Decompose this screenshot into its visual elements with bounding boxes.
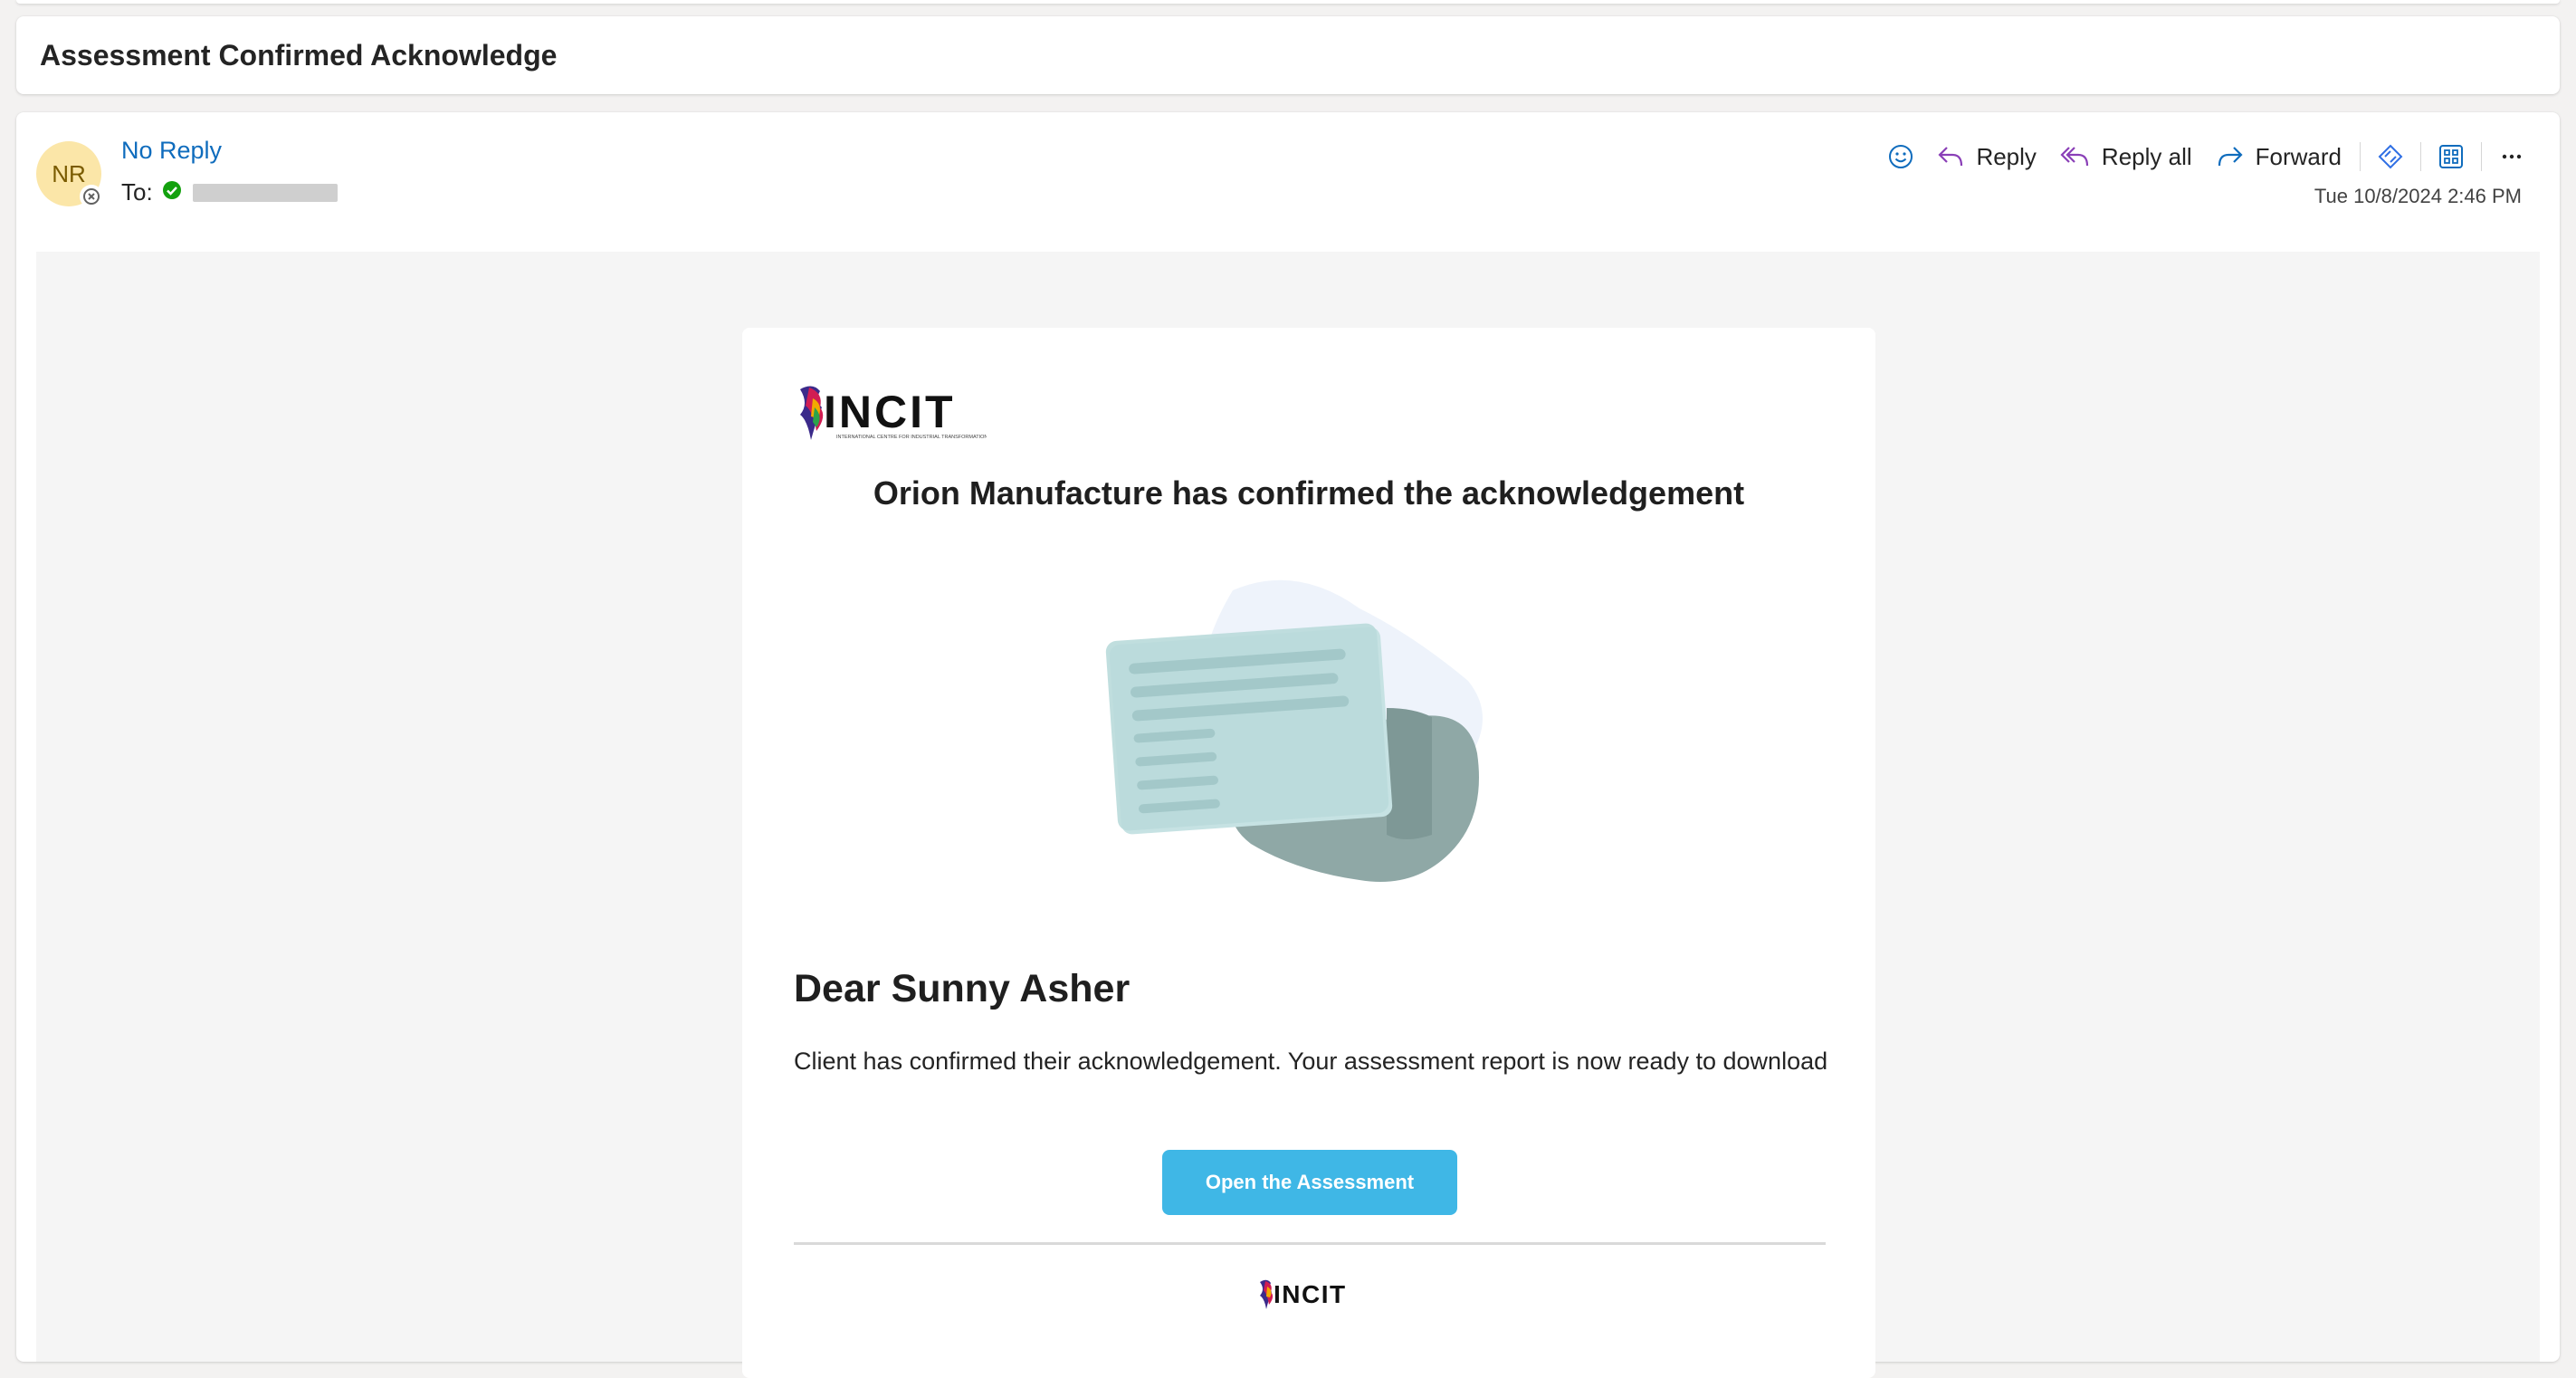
subject-header: Assessment Confirmed Acknowledge bbox=[16, 16, 2560, 94]
presence-offline-icon bbox=[80, 185, 103, 208]
email-content-card: INCIT INTERNATIONAL CENTRE FOR INDUSTRIA… bbox=[742, 328, 1875, 1378]
email-subject: Assessment Confirmed Acknowledge bbox=[40, 38, 558, 72]
reply-all-icon bbox=[2060, 147, 2089, 167]
svg-text:INCIT: INCIT bbox=[1274, 1280, 1347, 1308]
to-label: To: bbox=[121, 178, 153, 206]
message-timestamp: Tue 10/8/2024 2:46 PM bbox=[2314, 185, 2522, 207]
toolbar-divider bbox=[2360, 142, 2361, 171]
apps-button[interactable] bbox=[2430, 136, 2472, 177]
reply-label: Reply bbox=[1976, 142, 2037, 170]
previous-message-strip bbox=[16, 0, 2560, 4]
document-illustration bbox=[1088, 572, 1486, 903]
open-assessment-button[interactable]: Open the Assessment bbox=[1162, 1150, 1457, 1215]
addin-button[interactable] bbox=[2370, 136, 2411, 177]
reply-all-button[interactable]: Reply all bbox=[2051, 136, 2201, 177]
apps-grid-icon bbox=[2439, 145, 2463, 168]
greeting: Dear Sunny Asher bbox=[794, 967, 1131, 1010]
recipient-redacted[interactable] bbox=[192, 183, 338, 202]
sender-name[interactable]: No Reply bbox=[121, 137, 222, 165]
incit-logo: INCIT INTERNATIONAL CENTRE FOR INDUSTRIA… bbox=[797, 380, 987, 454]
logo-tagline: INTERNATIONAL CENTRE FOR INDUSTRIAL TRAN… bbox=[836, 435, 987, 440]
recipient-verified-icon bbox=[162, 178, 182, 206]
body-message: Client has confirmed their acknowledgeme… bbox=[794, 1048, 1828, 1075]
react-emoji-button[interactable] bbox=[1880, 136, 1922, 177]
email-body-area: INCIT INTERNATIONAL CENTRE FOR INDUSTRIA… bbox=[36, 252, 2540, 1378]
avatar-initials: NR bbox=[52, 159, 86, 187]
incit-footer-logo: INCIT bbox=[1258, 1277, 1365, 1319]
footer-divider bbox=[794, 1242, 1826, 1245]
message-card: NR No Reply To: Reply Reply all Forward … bbox=[16, 112, 2560, 1378]
email-headline: Orion Manufacture has confirmed the ackn… bbox=[873, 474, 1745, 512]
forward-icon bbox=[2218, 147, 2243, 167]
recipient-line: To: bbox=[121, 178, 338, 206]
addin-diamond-icon bbox=[2378, 144, 2403, 169]
reply-button[interactable]: Reply bbox=[1927, 136, 2045, 177]
forward-button[interactable]: Forward bbox=[2207, 136, 2351, 177]
reply-all-label: Reply all bbox=[2101, 142, 2192, 170]
emoji-icon bbox=[1889, 145, 1913, 168]
more-icon bbox=[2502, 154, 2522, 159]
more-actions-button[interactable] bbox=[2491, 136, 2533, 177]
toolbar-divider bbox=[2420, 142, 2421, 171]
message-actions-toolbar: Reply Reply all Forward bbox=[1880, 134, 2533, 179]
reply-icon bbox=[1938, 147, 1963, 167]
forward-label: Forward bbox=[2255, 142, 2342, 170]
logo-wordmark: INCIT bbox=[824, 387, 956, 437]
toolbar-divider bbox=[2481, 142, 2482, 171]
